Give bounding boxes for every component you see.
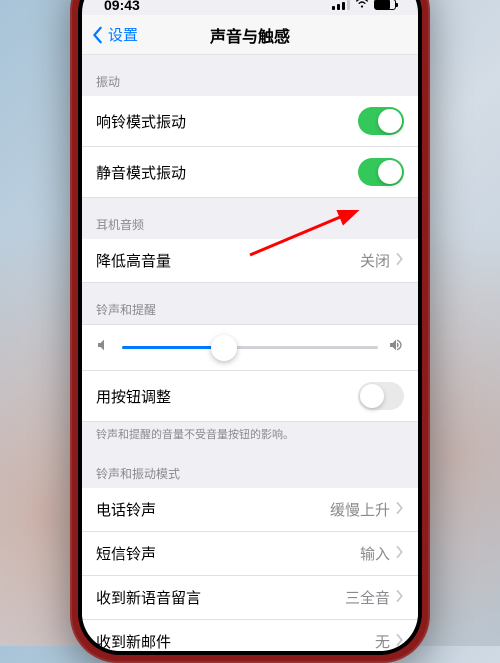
volume-slider[interactable] <box>122 346 378 349</box>
chevron-left-icon <box>92 26 104 44</box>
chevron-right-icon <box>396 501 404 518</box>
status-bar: 09:43 <box>82 0 418 15</box>
row-label: 静音模式振动 <box>96 162 186 183</box>
row-button-adjust[interactable]: 用按钮调整 <box>82 371 418 422</box>
volume-slider-row <box>82 324 418 371</box>
row-label: 收到新邮件 <box>96 631 171 651</box>
chevron-right-icon <box>396 252 404 269</box>
row-value: 输入 <box>360 543 390 564</box>
row-label: 收到新语音留言 <box>96 587 201 608</box>
row-value: 关闭 <box>360 250 390 271</box>
row-value: 无 <box>375 631 390 651</box>
row-value: 缓慢上升 <box>330 499 390 520</box>
row-reduce-loud[interactable]: 降低高音量 关闭 <box>82 239 418 283</box>
speaker-low-icon <box>96 337 112 358</box>
toggle-ring-vibrate[interactable] <box>358 107 404 135</box>
row-text-tone[interactable]: 短信铃声 输入 <box>82 532 418 576</box>
chevron-right-icon <box>396 589 404 606</box>
row-label: 短信铃声 <box>96 543 156 564</box>
row-ring-vibrate[interactable]: 响铃模式振动 <box>82 96 418 147</box>
row-ringtone[interactable]: 电话铃声 缓慢上升 <box>82 488 418 532</box>
section-header-patterns: 铃声和振动模式 <box>82 447 418 488</box>
section-header-vibration: 振动 <box>82 55 418 96</box>
slider-thumb[interactable] <box>211 335 237 361</box>
back-button[interactable]: 设置 <box>92 24 138 45</box>
nav-bar: 设置 声音与触感 <box>82 15 418 55</box>
row-mail[interactable]: 收到新邮件 无 <box>82 620 418 651</box>
phone-frame: 09:43 设置 声音与触感 振动 响铃模式振动 <box>70 0 430 663</box>
row-label: 降低高音量 <box>96 250 171 271</box>
signal-icon <box>332 0 350 10</box>
chevron-right-icon <box>396 633 404 650</box>
row-label: 电话铃声 <box>96 499 156 520</box>
row-voicemail[interactable]: 收到新语音留言 三全音 <box>82 576 418 620</box>
toggle-silent-vibrate[interactable] <box>358 158 404 186</box>
chevron-right-icon <box>396 545 404 562</box>
battery-icon <box>374 0 396 10</box>
row-silent-vibrate[interactable]: 静音模式振动 <box>82 147 418 198</box>
status-time: 09:43 <box>104 0 140 13</box>
back-label: 设置 <box>108 24 138 45</box>
section-header-ringer: 铃声和提醒 <box>82 283 418 324</box>
toggle-button-adjust[interactable] <box>358 382 404 410</box>
section-footer-ringer: 铃声和提醒的音量不受音量按钮的影响。 <box>82 422 418 447</box>
wifi-icon <box>355 0 369 13</box>
row-label: 响铃模式振动 <box>96 111 186 132</box>
row-value: 三全音 <box>345 587 390 608</box>
speaker-high-icon <box>388 337 404 358</box>
page-title: 声音与触感 <box>210 23 290 47</box>
section-header-headphone: 耳机音频 <box>82 198 418 239</box>
row-label: 用按钮调整 <box>96 386 171 407</box>
settings-content[interactable]: 振动 响铃模式振动 静音模式振动 耳机音频 降低高音量 关闭 <box>82 55 418 651</box>
